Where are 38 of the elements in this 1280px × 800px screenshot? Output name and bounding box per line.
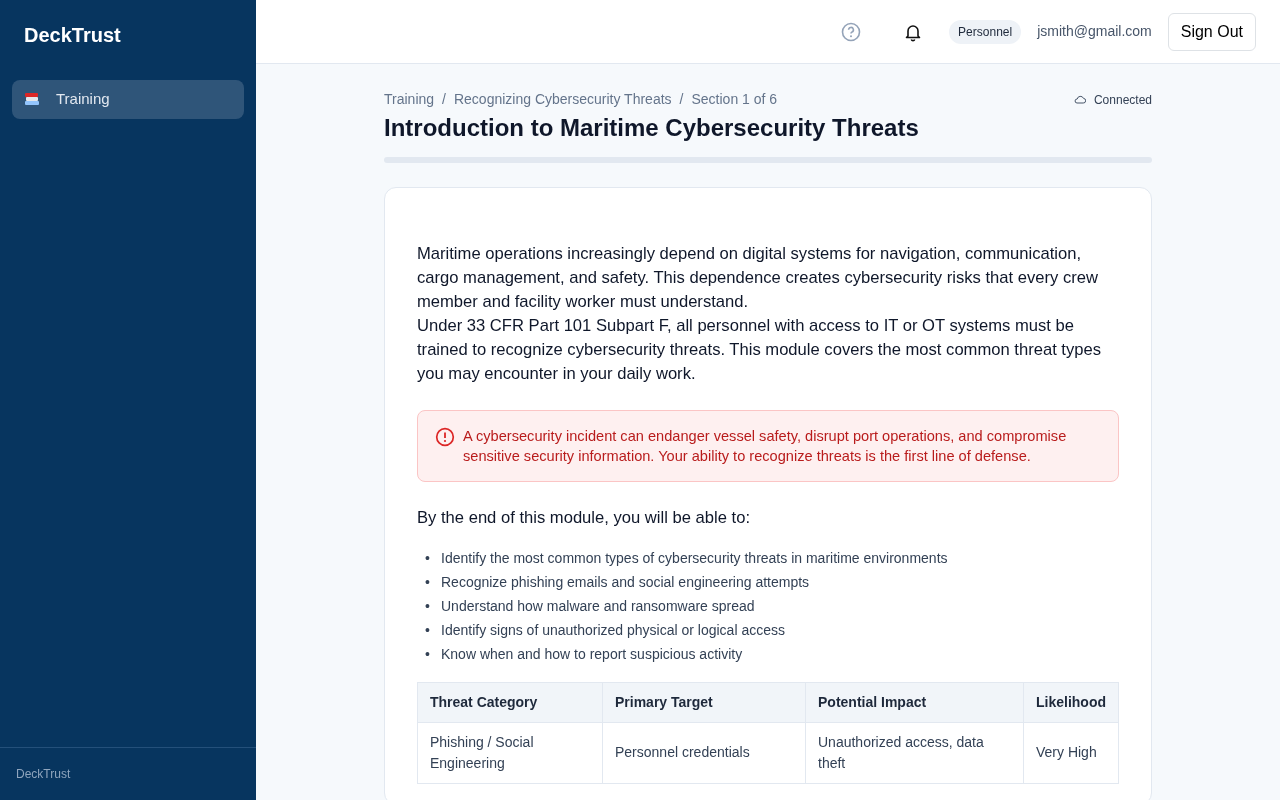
- table-cell: Unauthorized access, data theft: [805, 722, 1024, 784]
- list-item: Recognize phishing emails and social engineering attempts: [441, 572, 810, 592]
- table-cell: Personnel credentials: [602, 722, 806, 784]
- role-badge: Personnel: [949, 19, 1022, 44]
- alert-icon: [435, 426, 455, 447]
- help-icon[interactable]: [841, 21, 862, 42]
- list-item: Know when and how to report suspicious activity: [441, 644, 743, 664]
- breadcrumb-separator: /: [679, 90, 684, 109]
- paragraph: Under 33 CFR Part 101 Subpart F, all personnel with access to IT or OT systems must be trained to recognize cybersecurity threats. This module covers the most common threat types you may encounter in your daily work.: [417, 314, 1103, 385]
- bullet: •: [425, 548, 431, 568]
- breadcrumb-item: Section 1 of 6: [691, 90, 778, 109]
- paragraph: Maritime operations increasingly depend on digital systems for navigation, communication, cargo management, and safety. This dependence creates cybersecurity risks that every crew member and facility worker must understand.: [417, 242, 1099, 313]
- breadcrumb-separator: /: [442, 90, 446, 109]
- bullet: •: [425, 572, 431, 592]
- section-heading: By the end of this module, you will be able to:: [417, 506, 751, 529]
- books-icon: [24, 92, 40, 107]
- column-header: Threat Category: [417, 682, 603, 723]
- list-item: Identify signs of unauthorized physical or logical access: [441, 620, 785, 640]
- breadcrumb-item[interactable]: Recognizing Cybersecurity Threats: [453, 89, 672, 110]
- cloud-icon: [1073, 95, 1086, 104]
- table-cell: Very High: [1023, 722, 1119, 784]
- breadcrumb-item[interactable]: Training: [384, 89, 435, 110]
- bullet: •: [425, 596, 431, 616]
- column-header: Potential Impact: [805, 682, 1024, 723]
- column-header: Primary Target: [602, 682, 806, 723]
- list-item: Understand how malware and ransomware spread: [441, 596, 755, 616]
- brand-logo: DeckTrust: [23, 23, 122, 48]
- column-header: Likelihood: [1023, 682, 1119, 723]
- list-item: Identify the most common types of cybersecurity threats in maritime environments: [441, 548, 948, 568]
- table-cell: Phishing / Social Engineering: [417, 722, 603, 784]
- bullet: •: [425, 644, 431, 664]
- page-title: Introduction to Maritime Cybersecurity Threats: [384, 114, 920, 143]
- bullet: •: [425, 620, 431, 640]
- alert-message: A cybersecurity incident can endanger vessel safety, disrupt port operations, and compromise sensitive security information. Your ability to recognize threats is the first line of defense.: [463, 426, 1068, 466]
- user-email: jsmith@gmail.com: [1037, 22, 1152, 41]
- sign-out-button[interactable]: Sign Out: [1167, 12, 1256, 51]
- sidebar-item[interactable]: Training: [12, 80, 244, 119]
- connection-status: Connected: [1093, 91, 1152, 109]
